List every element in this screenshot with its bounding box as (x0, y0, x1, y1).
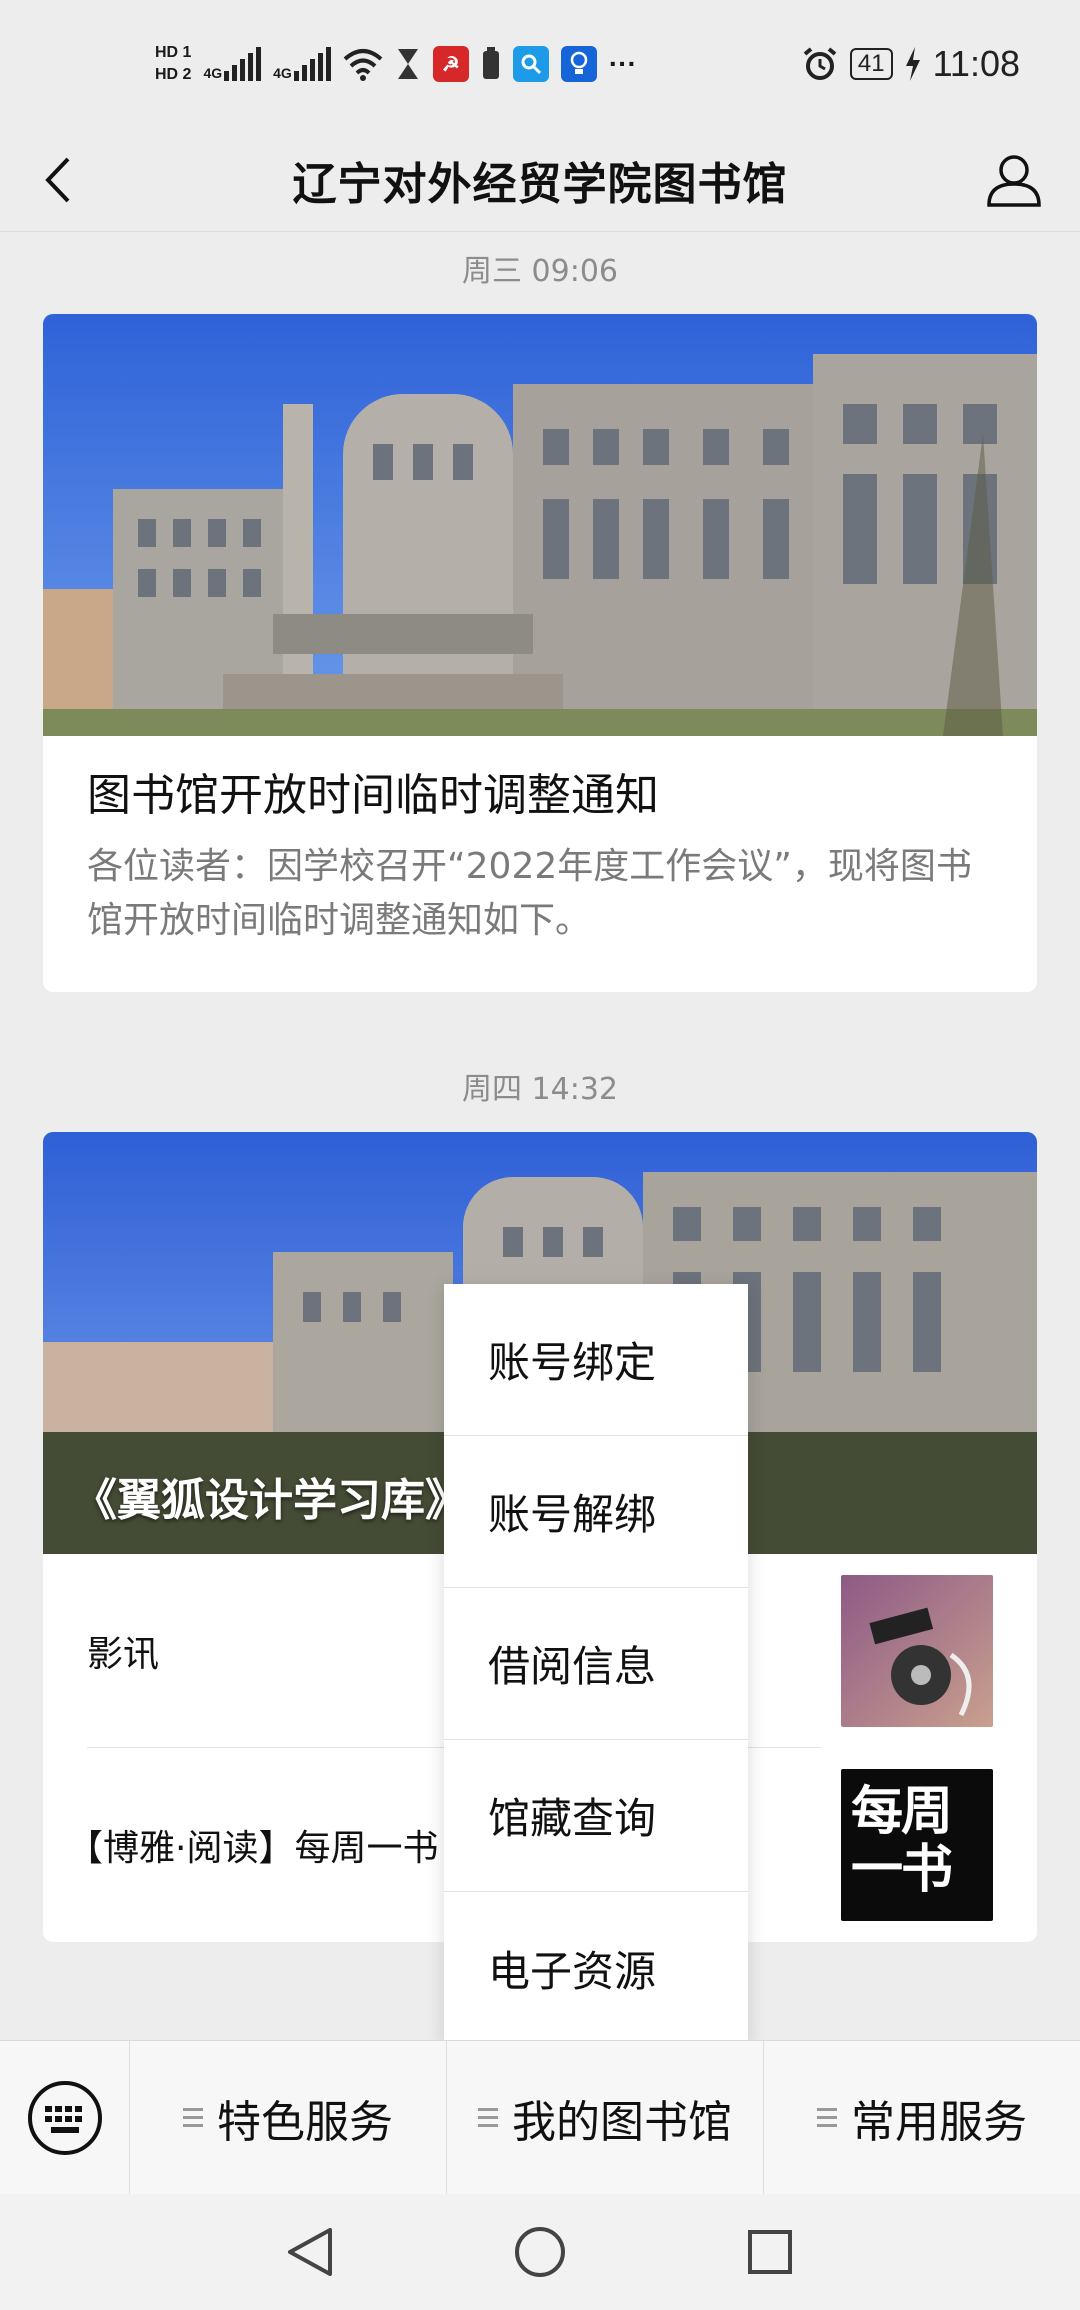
battery-level: 41 (849, 48, 893, 80)
system-recents-button[interactable] (740, 2222, 800, 2282)
article-card[interactable]: 图书馆开放时间临时调整通知 各位读者：因学校召开“2022年度工作会议”，现将图… (43, 314, 1037, 992)
status-bar: HD 1 HD 2 4G 4G ☭ ··· 41 11:08 (0, 0, 1080, 128)
person-icon (987, 155, 1041, 207)
service-menu-bar: 特色服务 我的图书馆 常用服务 (0, 2040, 1080, 2195)
menu-item-e-resources[interactable]: 电子资源 (444, 1892, 748, 2044)
book-thumbnail-text: 每周一书 (851, 1782, 953, 1900)
app-bar: 辽宁对外经贸学院图书馆 (0, 128, 1080, 232)
clock: 11:08 (932, 43, 1020, 84)
network-type-2: 4G (273, 65, 292, 81)
hd1-label: HD 1 (155, 44, 192, 61)
article-title: 图书馆开放时间临时调整通知 (87, 770, 659, 821)
network-type-1: 4G (203, 65, 223, 81)
system-back-button[interactable] (280, 2222, 340, 2282)
menu-item-account-bind[interactable]: 账号绑定 (444, 1284, 748, 1436)
circle-home-icon (515, 2227, 565, 2277)
lightbulb-app-icon (560, 46, 597, 82)
menu-tab-common-services[interactable]: 常用服务 (764, 2041, 1080, 2195)
timestamp: 周三 09:06 (462, 254, 618, 289)
hd-indicator: HD 1 HD 2 (155, 42, 191, 86)
popup-menu: 账号绑定 账号解绑 借阅信息 馆藏查询 电子资源 (444, 1284, 748, 2042)
hd2-label: HD 2 (155, 66, 192, 83)
menu-lines-icon (478, 2108, 498, 2127)
wifi-icon (343, 49, 383, 81)
search-app-icon (512, 46, 549, 82)
back-button[interactable] (28, 150, 88, 210)
charging-icon (905, 47, 920, 81)
cover-article-title: 《翼狐设计学习库》 (73, 1475, 469, 1526)
menu-tab-my-library[interactable]: 我的图书馆 (447, 2040, 764, 2195)
library-building-image (43, 314, 1037, 736)
signal-icon-1: 4G (203, 47, 262, 81)
page-title: 辽宁对外经贸学院图书馆 (292, 158, 788, 210)
system-home-button[interactable] (510, 2222, 570, 2282)
menu-item-catalog-search[interactable]: 馆藏查询 (444, 1740, 748, 1892)
menu-lines-icon (817, 2108, 837, 2127)
film-thumbnail (841, 1575, 993, 1727)
chevron-left-icon (45, 157, 70, 203)
menu-lines-icon (183, 2108, 203, 2127)
more-notifications-icon: ··· (608, 48, 637, 79)
system-navigation-bar (0, 2194, 1080, 2310)
menu-item-account-unbind[interactable]: 账号解绑 (444, 1436, 748, 1588)
keyboard-toggle-button[interactable] (0, 2040, 130, 2195)
menu-tab-label: 我的图书馆 (512, 2096, 732, 2148)
profile-button[interactable] (976, 142, 1052, 218)
menu-item-borrow-info[interactable]: 借阅信息 (444, 1588, 748, 1740)
party-app-icon: ☭ (432, 46, 469, 82)
article-summary: 各位读者：因学校召开“2022年度工作会议”，现将图书馆开放时间临时调整通知如下… (87, 846, 972, 941)
timestamp: 周四 14:32 (462, 1072, 618, 1107)
hourglass-icon (397, 49, 418, 79)
signal-icon-2: 4G (273, 47, 331, 81)
menu-tab-featured-services[interactable]: 特色服务 (130, 2040, 447, 2195)
book-thumbnail: 每周一书 (841, 1769, 993, 1921)
square-recents-icon (748, 2230, 792, 2274)
battery-saver-icon (482, 47, 499, 79)
triangle-back-icon (288, 2228, 332, 2276)
menu-tab-label: 特色服务 (217, 2096, 393, 2148)
keyboard-icon (27, 2080, 102, 2155)
menu-tab-label: 常用服务 (851, 2096, 1027, 2148)
alarm-icon (803, 47, 837, 80)
